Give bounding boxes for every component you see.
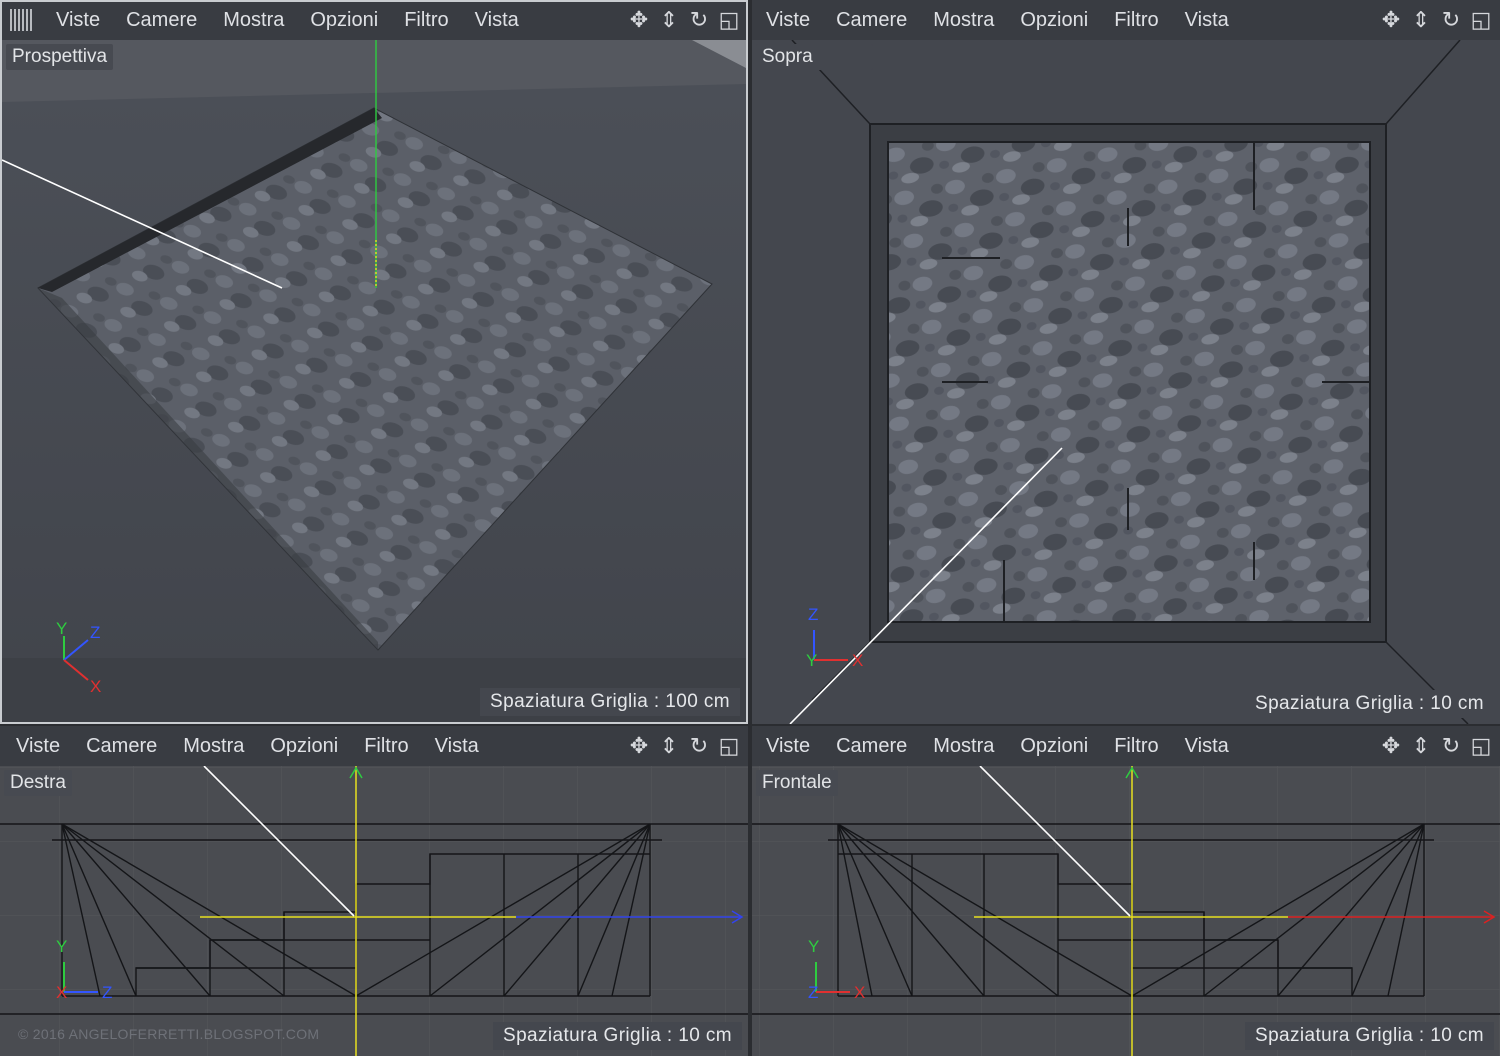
axis-label-y: Y [56, 937, 67, 956]
menu-vista[interactable]: Vista [475, 9, 519, 32]
axis-label-y: Y [56, 619, 67, 638]
axis-label-x: X [90, 677, 101, 696]
menu-viste[interactable]: Viste [56, 9, 100, 32]
view-label[interactable]: Frontale [756, 770, 838, 796]
viewport-menubar: Viste Camere Mostra Opzioni Filtro Vista… [2, 2, 746, 40]
view-label[interactable]: Prospettiva [6, 44, 114, 70]
menu-mostra[interactable]: Mostra [933, 9, 994, 32]
menu-vista[interactable]: Vista [1185, 9, 1229, 32]
top-scene: Z Y X [752, 40, 1500, 724]
nav-icons: ✥ ⇕ ↻ ◱ [1378, 6, 1494, 34]
axis-label-z: Z [90, 623, 100, 642]
viewport-perspective[interactable]: Viste Camere Mostra Opzioni Filtro Vista… [0, 0, 748, 724]
menu-filtro[interactable]: Filtro [404, 9, 448, 32]
nav-icons: ✥ ⇕ ↻ ◱ [626, 732, 742, 760]
zoom-icon[interactable]: ⇕ [656, 6, 682, 34]
zoom-icon[interactable]: ⇕ [656, 732, 682, 760]
menu-mostra[interactable]: Mostra [933, 735, 994, 758]
menu-filtro[interactable]: Filtro [364, 735, 408, 758]
nav-icons: ✥ ⇕ ↻ ◱ [1378, 732, 1494, 760]
move-icon[interactable]: ✥ [626, 732, 652, 760]
menu-camere[interactable]: Camere [86, 735, 157, 758]
rotate-icon[interactable]: ↻ [686, 6, 712, 34]
grid-spacing-label: Spaziatura Griglia : 100 cm [480, 688, 740, 716]
viewport-front[interactable]: Viste Camere Mostra Opzioni Filtro Vista… [752, 726, 1500, 1056]
menu-mostra[interactable]: Mostra [223, 9, 284, 32]
front-scene: Y Z X [752, 766, 1500, 1056]
menu-filtro[interactable]: Filtro [1114, 735, 1158, 758]
viewport-right[interactable]: Viste Camere Mostra Opzioni Filtro Vista… [0, 726, 748, 1056]
axis-label-z: Z [102, 983, 112, 1002]
right-canvas[interactable]: Y X Z Destra © 2016 ANGELOFERRETTI.BLOGS… [0, 766, 748, 1056]
perspective-canvas[interactable]: Y Z X Prospettiva Spaziatura Griglia : 1… [2, 40, 746, 722]
perspective-scene: Y Z X [2, 40, 746, 722]
nav-icons: ✥ ⇕ ↻ ◱ [626, 6, 742, 34]
menu-camere[interactable]: Camere [836, 735, 907, 758]
axis-label-y: Y [808, 937, 819, 956]
axis-label-y: Y [806, 651, 817, 670]
axis-label-x: X [852, 651, 863, 670]
maximize-icon[interactable]: ◱ [1468, 6, 1494, 34]
move-icon[interactable]: ✥ [1378, 732, 1404, 760]
viewport-grip-icon[interactable] [10, 9, 32, 31]
grid-spacing-label: Spaziatura Griglia : 10 cm [1245, 690, 1494, 718]
menu-vista[interactable]: Vista [435, 735, 479, 758]
grid-spacing-label: Spaziatura Griglia : 10 cm [493, 1022, 742, 1050]
viewport-menubar: Viste Camere Mostra Opzioni Filtro Vista… [752, 0, 1500, 40]
axis-label-x: X [854, 983, 865, 1002]
zoom-icon[interactable]: ⇕ [1408, 6, 1434, 34]
axis-label-z: Z [808, 983, 818, 1002]
maximize-icon[interactable]: ◱ [716, 732, 742, 760]
maximize-icon[interactable]: ◱ [716, 6, 742, 34]
rotate-icon[interactable]: ↻ [1438, 732, 1464, 760]
menu-viste[interactable]: Viste [766, 735, 810, 758]
viewport-menubar: Viste Camere Mostra Opzioni Filtro Vista… [0, 726, 748, 766]
menu-camere[interactable]: Camere [836, 9, 907, 32]
viewport-top[interactable]: Viste Camere Mostra Opzioni Filtro Vista… [752, 0, 1500, 724]
menu-vista[interactable]: Vista [1185, 735, 1229, 758]
move-icon[interactable]: ✥ [626, 6, 652, 34]
rotate-icon[interactable]: ↻ [686, 732, 712, 760]
menu-camere[interactable]: Camere [126, 9, 197, 32]
menu-opzioni[interactable]: Opzioni [1020, 9, 1088, 32]
top-canvas[interactable]: Z Y X Sopra Spaziatura Griglia : 10 cm [752, 40, 1500, 724]
move-icon[interactable]: ✥ [1378, 6, 1404, 34]
menu-mostra[interactable]: Mostra [183, 735, 244, 758]
menu-viste[interactable]: Viste [766, 9, 810, 32]
viewport-menubar: Viste Camere Mostra Opzioni Filtro Vista… [752, 726, 1500, 766]
view-label[interactable]: Sopra [756, 44, 873, 70]
axis-label-x: X [56, 983, 67, 1002]
right-scene: Y X Z [0, 766, 748, 1056]
zoom-icon[interactable]: ⇕ [1408, 732, 1434, 760]
axis-label-z: Z [808, 605, 818, 624]
watermark: © 2016 ANGELOFERRETTI.BLOGSPOT.COM [18, 1026, 320, 1042]
rotate-icon[interactable]: ↻ [1438, 6, 1464, 34]
menu-opzioni[interactable]: Opzioni [310, 9, 378, 32]
menu-opzioni[interactable]: Opzioni [270, 735, 338, 758]
menu-filtro[interactable]: Filtro [1114, 9, 1158, 32]
front-canvas[interactable]: Y Z X Frontale Spaziatura Griglia : 10 c… [752, 766, 1500, 1056]
menu-viste[interactable]: Viste [16, 735, 60, 758]
maximize-icon[interactable]: ◱ [1468, 732, 1494, 760]
menu-opzioni[interactable]: Opzioni [1020, 735, 1088, 758]
view-label[interactable]: Destra [4, 770, 72, 796]
grid-spacing-label: Spaziatura Griglia : 10 cm [1245, 1022, 1494, 1050]
